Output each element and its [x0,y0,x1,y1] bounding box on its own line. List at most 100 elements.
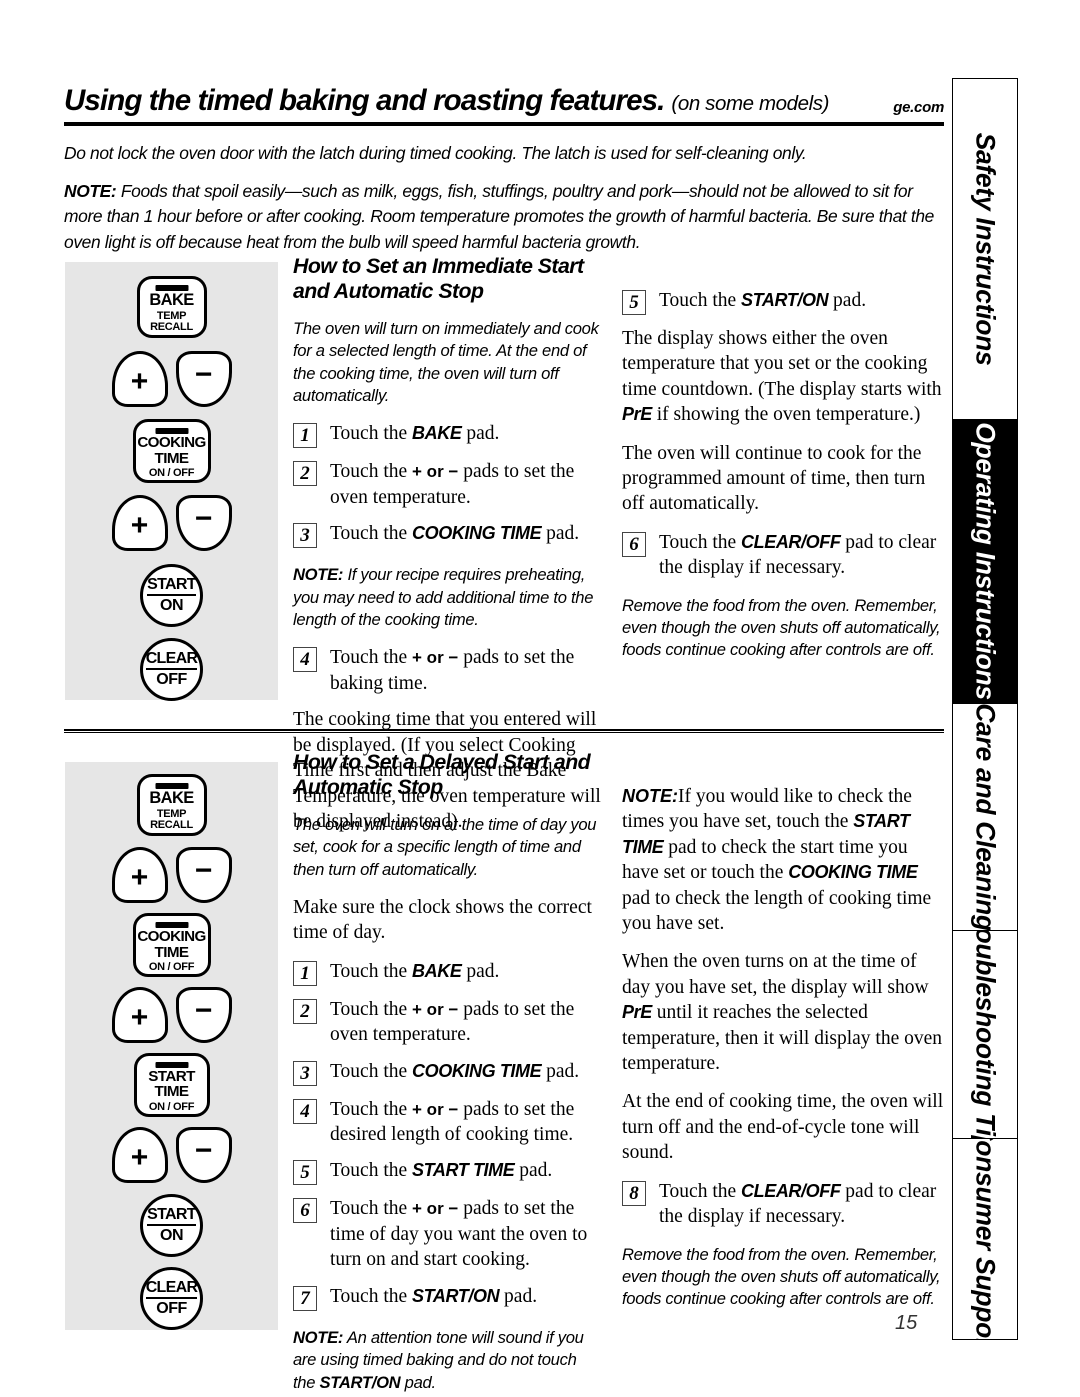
clear-off-pad-row: CLEAR OFF [65,1266,278,1330]
intro-note-label: NOTE: [64,180,117,201]
tab-label: Troubleshooting Tips [970,929,1001,1139]
plus-icon: + [130,365,149,398]
bake-plus-pad[interactable]: + [111,847,168,903]
plus-icon: + [130,508,149,542]
step-number: 2 [293,998,317,1024]
cooking-time-pad[interactable]: COOKING TIME ON / OFF [132,913,211,977]
bake-pad-row: BAKE TEMP RECALL [65,774,278,836]
section2-step-7: 7 Touch the START/ON pad. [293,1284,601,1311]
header-row: Using the timed baking and roasting feat… [64,84,944,118]
step-text-post: pad. [499,1285,538,1307]
section1-remove-food-note: Remove the food from the oven. Remember,… [622,595,941,660]
cooking-time-label-2: TIME [154,449,189,467]
ge-website-link[interactable]: ge.com [893,99,944,118]
bake-pad[interactable]: BAKE TEMP RECALL [136,774,207,836]
cooking-time-label-1: COOKING [137,928,206,945]
clear-off-pad[interactable]: CLEAR OFF [140,1266,203,1330]
cooking-time-minus-pad[interactable]: − [175,986,232,1043]
intro-block: Do not lock the oven door with the latch… [64,141,944,255]
step-number: 6 [622,531,646,557]
step-number: 1 [293,423,317,449]
section1-step-4: 4 Touch the + or − pads to set the bakin… [293,645,601,696]
step-text-pre: Touch the [330,523,413,545]
step-text-pre: Touch the [330,1060,413,1082]
cooking-time-plus-pad[interactable]: + [111,986,168,1043]
step-text-pad: BAKE [412,423,462,444]
tab-safety-instructions[interactable]: Safety Instructions [952,78,1018,419]
step-text: Touch the START/ON pad. [659,288,944,313]
section1-heading: How to Set an Immediate Start and Automa… [293,254,584,304]
bake-plus-pad[interactable]: + [111,351,168,407]
step-text-pre: Touch the [330,960,413,982]
bake-pad-row: BAKE TEMP RECALL [65,276,278,338]
cooking-time-minus-pad[interactable]: − [175,494,232,551]
tab-label: Consumer Support [970,1138,1001,1340]
tab-operating-instructions[interactable]: Operating Instructions [952,418,1018,703]
tab-consumer-support[interactable]: Consumer Support [952,1138,1018,1340]
start-time-minus-pad[interactable]: − [175,1126,232,1183]
header-rule [64,122,944,126]
clear-off-label-2: OFF [156,1299,187,1317]
start-on-label-1: START [147,1206,197,1226]
start-on-pad[interactable]: START ON [140,1193,203,1257]
step-text-pre: Touch the [330,1160,413,1182]
bake-minus-pad[interactable]: − [175,351,232,407]
cooking-time-adjust-row: + − [65,494,278,551]
bake-pad-sublabel-recall: RECALL [150,819,193,832]
start-time-pad[interactable]: START TIME ON / OFF [133,1052,210,1117]
minus-icon: − [194,358,213,391]
start-time-plus-pad[interactable]: + [111,1126,168,1183]
start-on-pad[interactable]: START ON [140,563,203,627]
bake-pad[interactable]: BAKE TEMP RECALL [136,276,207,338]
cooking-time-pad[interactable]: COOKING TIME ON / OFF [132,419,211,483]
plus-icon: + [130,1140,149,1174]
start-time-adjust-row: + − [65,1126,278,1183]
section2-attention-tone-note: NOTE: An attention tone will sound if yo… [293,1327,601,1394]
minus-icon: − [194,1133,213,1167]
note-text-pad: START/ON [319,1372,401,1392]
step-text-pad: CLEAR/OFF [741,531,841,552]
start-time-sublabel: ON / OFF [148,1100,195,1113]
clear-off-pad[interactable]: CLEAR OFF [140,637,203,701]
step-text-post: pad. [461,960,500,982]
step-text-pre: Touch the [330,1098,413,1120]
para-part-c: until it reaches the selected temperatur… [622,1002,943,1075]
section2-step-1: 1 Touch the BAKE pad. [293,959,601,986]
step-text: Touch the COOKING TIME pad. [330,521,601,546]
plus-icon: + [130,861,149,894]
step-text: Touch the BAKE pad. [330,421,601,446]
step-text-pad: + or − [412,999,459,1019]
intro-note: NOTE: Foods that spoil easily—such as mi… [64,179,944,256]
step-number: 4 [293,1098,317,1124]
section2-clock-para: Make sure the clock shows the correct ti… [293,897,592,944]
bake-pad-label: BAKE [149,789,194,807]
step-number: 8 [622,1180,646,1206]
start-on-label-2: ON [160,1226,184,1244]
step-text-pad: + or − [412,462,459,482]
bake-minus-pad[interactable]: − [175,847,232,903]
step-text-pad: COOKING TIME [412,523,542,544]
cooking-time-label-1: COOKING [137,434,206,451]
step-text-pre: Touch the [659,290,742,311]
step-number: 4 [293,647,317,673]
clear-off-pad-row: CLEAR OFF [65,637,278,701]
section1-step-1: 1 Touch the BAKE pad. [293,421,601,449]
step-number: 5 [293,1160,317,1186]
section2-check-times-note: NOTE:If you would like to check the time… [622,784,948,936]
step-text: Touch the + or − pads to set the time of… [330,1196,601,1272]
step-text-post: pad. [828,290,867,311]
step-text-pad: + or − [412,1199,459,1219]
cooking-time-adjust-row: + − [65,986,278,1043]
step-text: Touch the + or − pads to set the oven te… [330,997,601,1048]
indicator-bar-icon [155,783,188,789]
section2-step-2: 2 Touch the + or − pads to set the oven … [293,997,601,1048]
step-text: Touch the START/ON pad. [330,1284,601,1309]
section2-step-3: 3 Touch the COOKING TIME pad. [293,1059,601,1086]
indicator-bar-icon [155,285,188,291]
tab-troubleshooting-tips[interactable]: Troubleshooting Tips [952,929,1018,1139]
tab-care-and-cleaning[interactable]: Care and Cleaning [952,702,1018,930]
step-number: 3 [293,1060,317,1086]
step-number: 2 [293,461,317,487]
cooking-time-plus-pad[interactable]: + [111,494,168,551]
start-on-label-1: START [147,576,197,596]
